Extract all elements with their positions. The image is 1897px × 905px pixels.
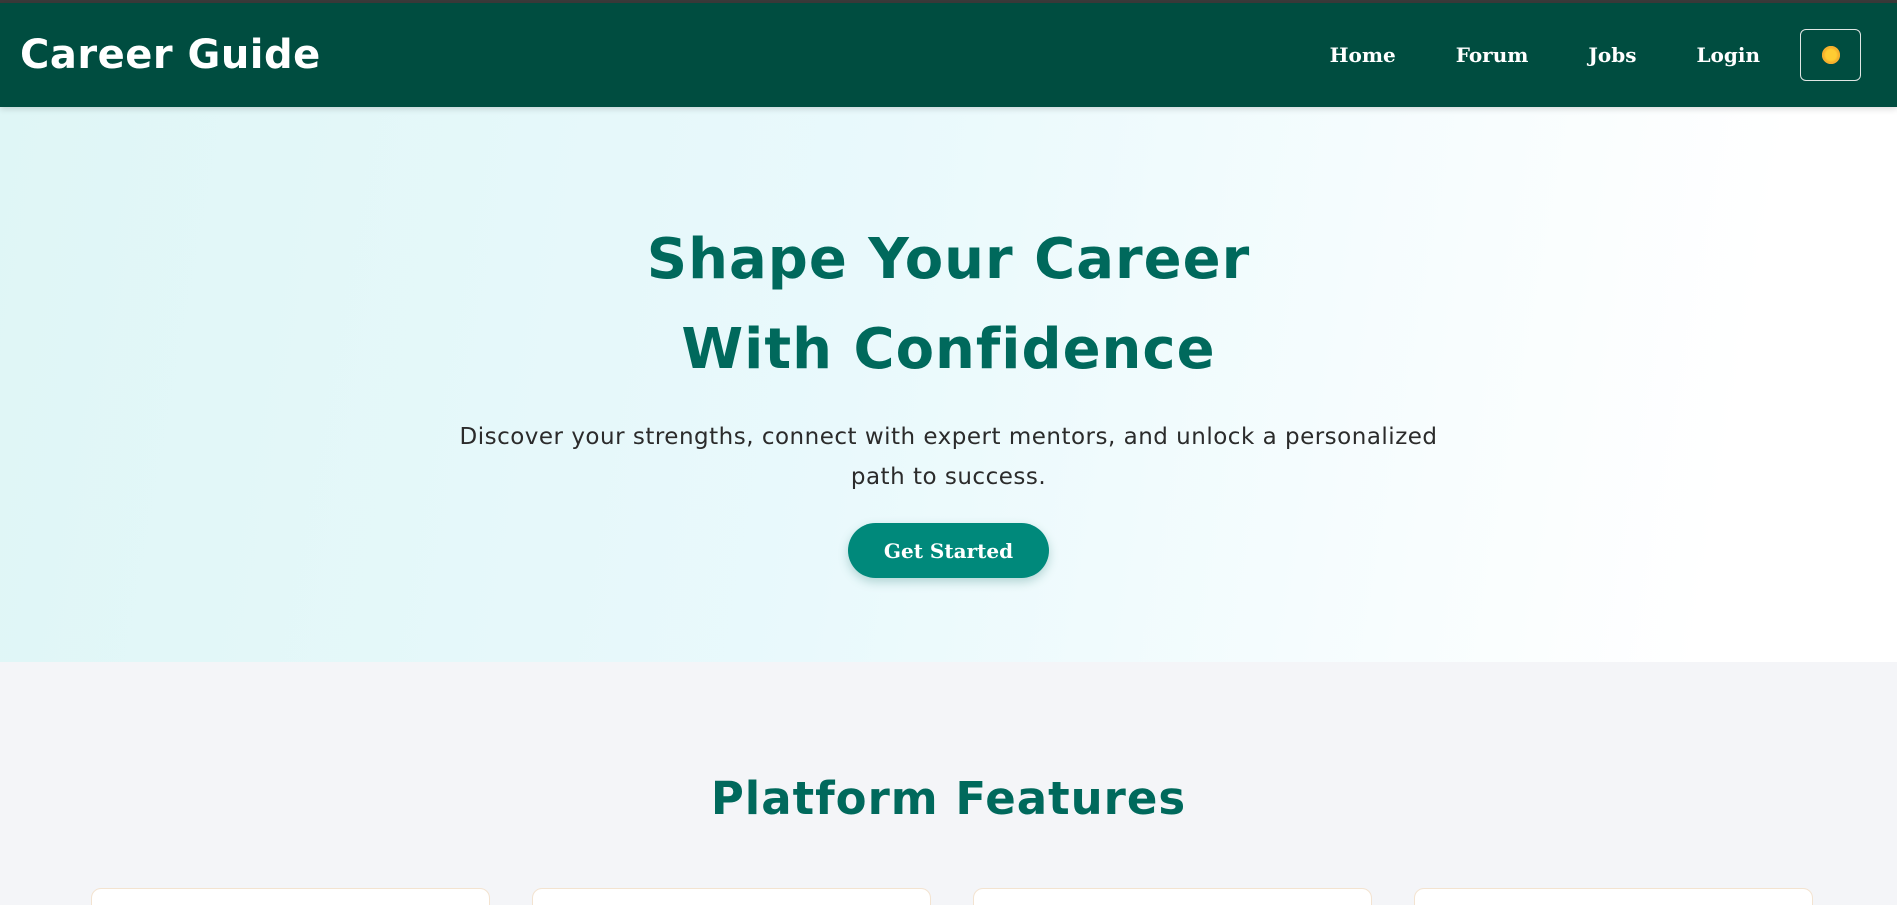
navbar: Career Guide Home Forum Jobs Login <box>0 3 1897 107</box>
feature-cards <box>91 888 1813 905</box>
hero-section: Shape Your Career With Confidence Discov… <box>0 107 1897 662</box>
main-nav: Home Forum Jobs Login <box>1330 29 1861 81</box>
features-title: Platform Features <box>710 772 1187 825</box>
nav-forum-link[interactable]: Forum <box>1456 43 1529 67</box>
nav-login-link[interactable]: Login <box>1696 43 1760 67</box>
feature-card[interactable] <box>91 888 490 905</box>
feature-card[interactable] <box>973 888 1372 905</box>
sun-icon <box>1821 46 1840 64</box>
theme-toggle-button[interactable] <box>1800 29 1861 81</box>
hero-subtitle: Discover your strengths, connect with ex… <box>459 424 1438 490</box>
nav-jobs-link[interactable]: Jobs <box>1588 43 1636 67</box>
feature-card[interactable] <box>532 888 931 905</box>
hero-title: Shape Your Career With Confidence <box>646 227 1251 382</box>
features-section: Platform Features <box>0 662 1897 905</box>
feature-card[interactable] <box>1414 888 1813 905</box>
brand-logo-text[interactable]: Career Guide <box>20 32 321 78</box>
nav-home-link[interactable]: Home <box>1330 43 1396 67</box>
get-started-button[interactable]: Get Started <box>847 523 1050 578</box>
